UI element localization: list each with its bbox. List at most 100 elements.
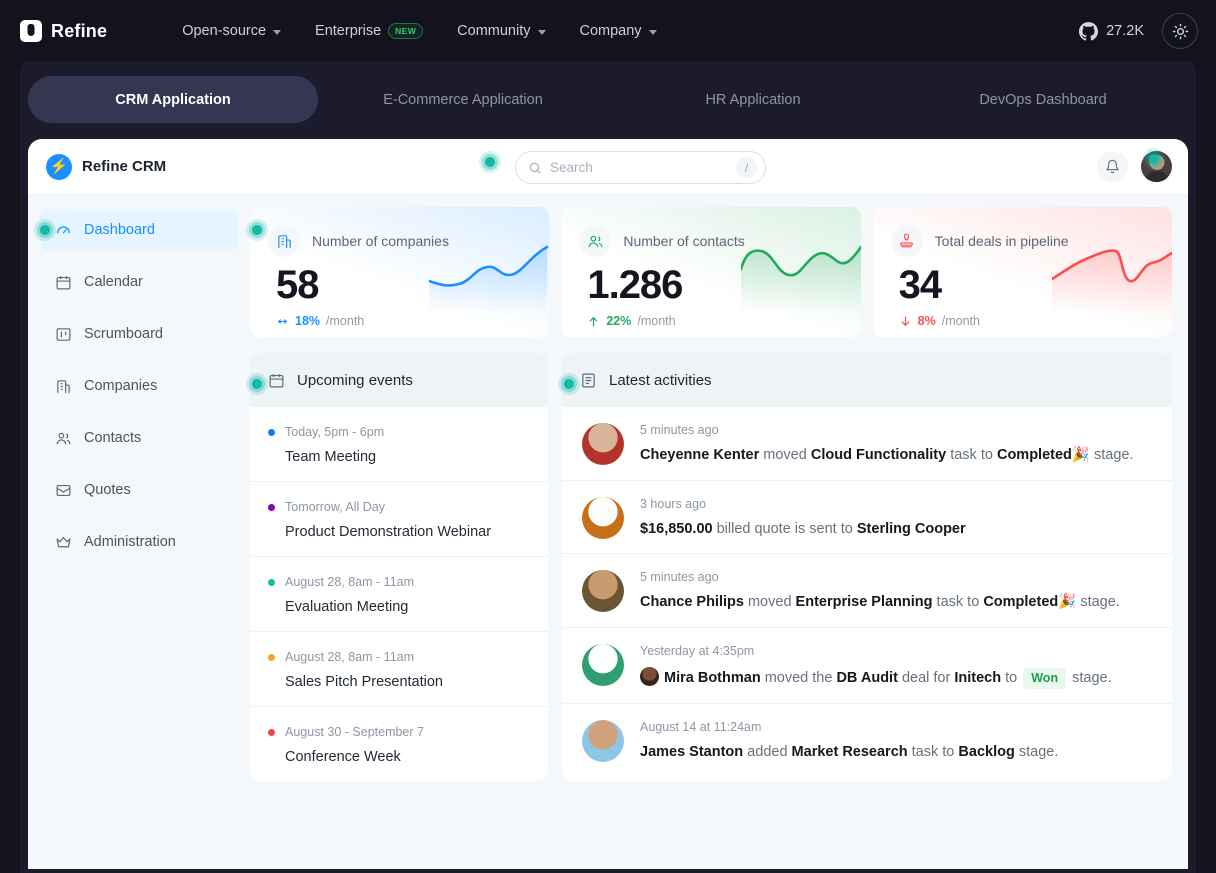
event-date: Tomorrow, All Day — [285, 500, 385, 514]
event-item[interactable]: Tomorrow, All Day Product Demonstration … — [250, 482, 548, 557]
activity-highlight: Completed — [983, 594, 1058, 610]
refine-brand-label: Refine — [51, 21, 107, 42]
crown-icon — [54, 533, 72, 551]
avatar-chance-philips — [582, 570, 624, 612]
avatar[interactable] — [1141, 151, 1172, 182]
activity-item[interactable]: 3 hours ago$16,850.00 billed quote is se… — [562, 481, 1172, 555]
activity-plain: moved — [759, 447, 811, 463]
github-icon — [1079, 22, 1098, 41]
sidebar-item-companies[interactable]: Companies — [40, 365, 238, 407]
tab-hr-application[interactable]: HR Application — [608, 76, 898, 123]
github-stars-count: 27.2K — [1106, 23, 1144, 39]
calendar-icon — [268, 372, 285, 389]
theme-toggle-button[interactable] — [1162, 13, 1198, 49]
sidebar-item-dashboard[interactable]: Dashboard — [40, 209, 238, 251]
sidebar-item-calendar[interactable]: Calendar — [40, 261, 238, 303]
chevron-down-icon — [273, 30, 281, 35]
tab-ecommerce-application[interactable]: E-Commerce Application — [318, 76, 608, 123]
activity-plain: stage. — [1090, 447, 1134, 463]
activity-item[interactable]: 5 minutes agoCheyenne Kenter moved Cloud… — [562, 407, 1172, 481]
sidebar-item-scrumboard[interactable]: Scrumboard — [40, 313, 238, 355]
activity-item[interactable]: 5 minutes agoChance Philips moved Enterp… — [562, 554, 1172, 628]
activity-plain: stage. — [1076, 594, 1120, 610]
nav-link-community[interactable]: Community — [457, 23, 545, 39]
dashboard-content: Number of companies 58 18% /month — [250, 195, 1188, 869]
nav-link-open-source[interactable]: Open-source — [182, 23, 281, 39]
event-name: Team Meeting — [285, 449, 530, 465]
activity-highlight: Cheyenne Kenter — [640, 447, 759, 463]
panel-header: Upcoming events — [250, 353, 548, 407]
search-input[interactable] — [550, 160, 728, 175]
app-body: Dashboard Calendar Scrumboard Companies … — [28, 195, 1188, 869]
event-date: Today, 5pm - 6pm — [285, 425, 384, 439]
new-badge: NEW — [388, 23, 423, 39]
activity-highlight: Enterprise Planning — [796, 594, 933, 610]
event-item[interactable]: Today, 5pm - 6pm Team Meeting — [250, 407, 548, 482]
activity-body: 3 hours ago$16,850.00 billed quote is se… — [640, 497, 966, 540]
activity-plain: deal for — [898, 670, 954, 686]
event-date: August 28, 8am - 11am — [285, 650, 414, 664]
nav-link-company[interactable]: Company — [580, 23, 657, 39]
activity-body: Yesterday at 4:35pmMira Bothman moved th… — [640, 644, 1112, 689]
sidebar-item-contacts[interactable]: Contacts — [40, 417, 238, 459]
event-item[interactable]: August 28, 8am - 11am Evaluation Meeting — [250, 557, 548, 632]
sidebar-item-quotes[interactable]: Quotes — [40, 469, 238, 511]
nav-link-label: Open-source — [182, 23, 266, 39]
sparkline-companies — [429, 243, 549, 315]
event-item[interactable]: August 30 - September 7 Conference Week — [250, 707, 548, 781]
activity-body: August 14 at 11:24amJames Stanton added … — [640, 720, 1058, 763]
nav-link-enterprise[interactable]: Enterprise NEW — [315, 23, 423, 39]
event-meta: August 28, 8am - 11am — [268, 575, 530, 589]
latest-activities-panel: Latest activities 5 minutes ago Cheyenne … — [562, 353, 1172, 781]
logo-initech — [582, 644, 624, 686]
nav-link-label: Company — [580, 23, 642, 39]
nav-right-group: 27.2K — [1079, 13, 1198, 49]
users-icon — [579, 225, 611, 257]
dashboard-panels: Upcoming events Today, 5pm - 6pm Team Me… — [250, 353, 1172, 781]
avatar-mira-bothman — [640, 667, 659, 686]
building-icon — [54, 377, 72, 395]
github-stars[interactable]: 27.2K — [1079, 22, 1144, 41]
activity-time: 5 minutes ago — [640, 423, 1133, 437]
bolt-icon: ⚡ — [46, 154, 72, 180]
refine-brand[interactable]: Refine — [20, 20, 107, 42]
activity-item[interactable]: Yesterday at 4:35pmMira Bothman moved th… — [562, 628, 1172, 704]
stat-card-companies: Number of companies 58 18% /month — [250, 207, 549, 337]
search-shortcut-badge: / — [736, 157, 757, 178]
crm-app-window: ⚡ Refine CRM / — [28, 139, 1188, 869]
search-box[interactable]: / — [515, 151, 766, 184]
tab-crm-application[interactable]: CRM Application — [28, 76, 318, 123]
sidebar-item-label: Dashboard — [84, 222, 155, 238]
stat-percent: 18% — [295, 314, 320, 328]
tab-label: DevOps Dashboard — [979, 92, 1106, 108]
crm-brand[interactable]: ⚡ Refine CRM — [46, 154, 166, 180]
activity-plain: 🎉 — [1072, 447, 1090, 463]
stat-title: Number of contacts — [623, 233, 744, 249]
event-item[interactable]: August 28, 8am - 11am Sales Pitch Presen… — [250, 632, 548, 707]
sidebar: Dashboard Calendar Scrumboard Companies … — [28, 195, 250, 869]
panel-title: Latest activities — [609, 372, 712, 389]
upcoming-events-panel: Upcoming events Today, 5pm - 6pm Team Me… — [250, 353, 548, 781]
activity-text: James Stanton added Market Research task… — [640, 743, 1058, 763]
activity-highlight: James Stanton — [640, 744, 743, 760]
sidebar-item-administration[interactable]: Administration — [40, 521, 238, 563]
event-name: Sales Pitch Presentation — [285, 674, 530, 690]
tab-devops-dashboard[interactable]: DevOps Dashboard — [898, 76, 1188, 123]
event-color-dot — [268, 654, 275, 661]
refine-logo-icon — [20, 20, 42, 42]
nav-link-label: Community — [457, 23, 530, 39]
event-date: August 30 - September 7 — [285, 725, 424, 739]
notifications-button[interactable] — [1097, 151, 1128, 182]
app-title: Refine CRM — [82, 158, 166, 175]
activity-plain: billed quote is sent to — [713, 521, 857, 537]
activity-body: 5 minutes agoChance Philips moved Enterp… — [640, 570, 1120, 613]
activity-plain: to — [1001, 670, 1021, 686]
avatar-cheyenne-kenter — [582, 423, 624, 465]
activity-item[interactable]: August 14 at 11:24amJames Stanton added … — [562, 704, 1172, 777]
stat-cards: Number of companies 58 18% /month — [250, 207, 1172, 337]
chevron-down-icon — [649, 30, 657, 35]
activity-text: Mira Bothman moved the DB Audit deal for… — [640, 667, 1112, 689]
logo-sterling-cooper — [582, 497, 624, 539]
building-icon — [268, 225, 300, 257]
activity-highlight: Sterling Cooper — [857, 521, 966, 537]
